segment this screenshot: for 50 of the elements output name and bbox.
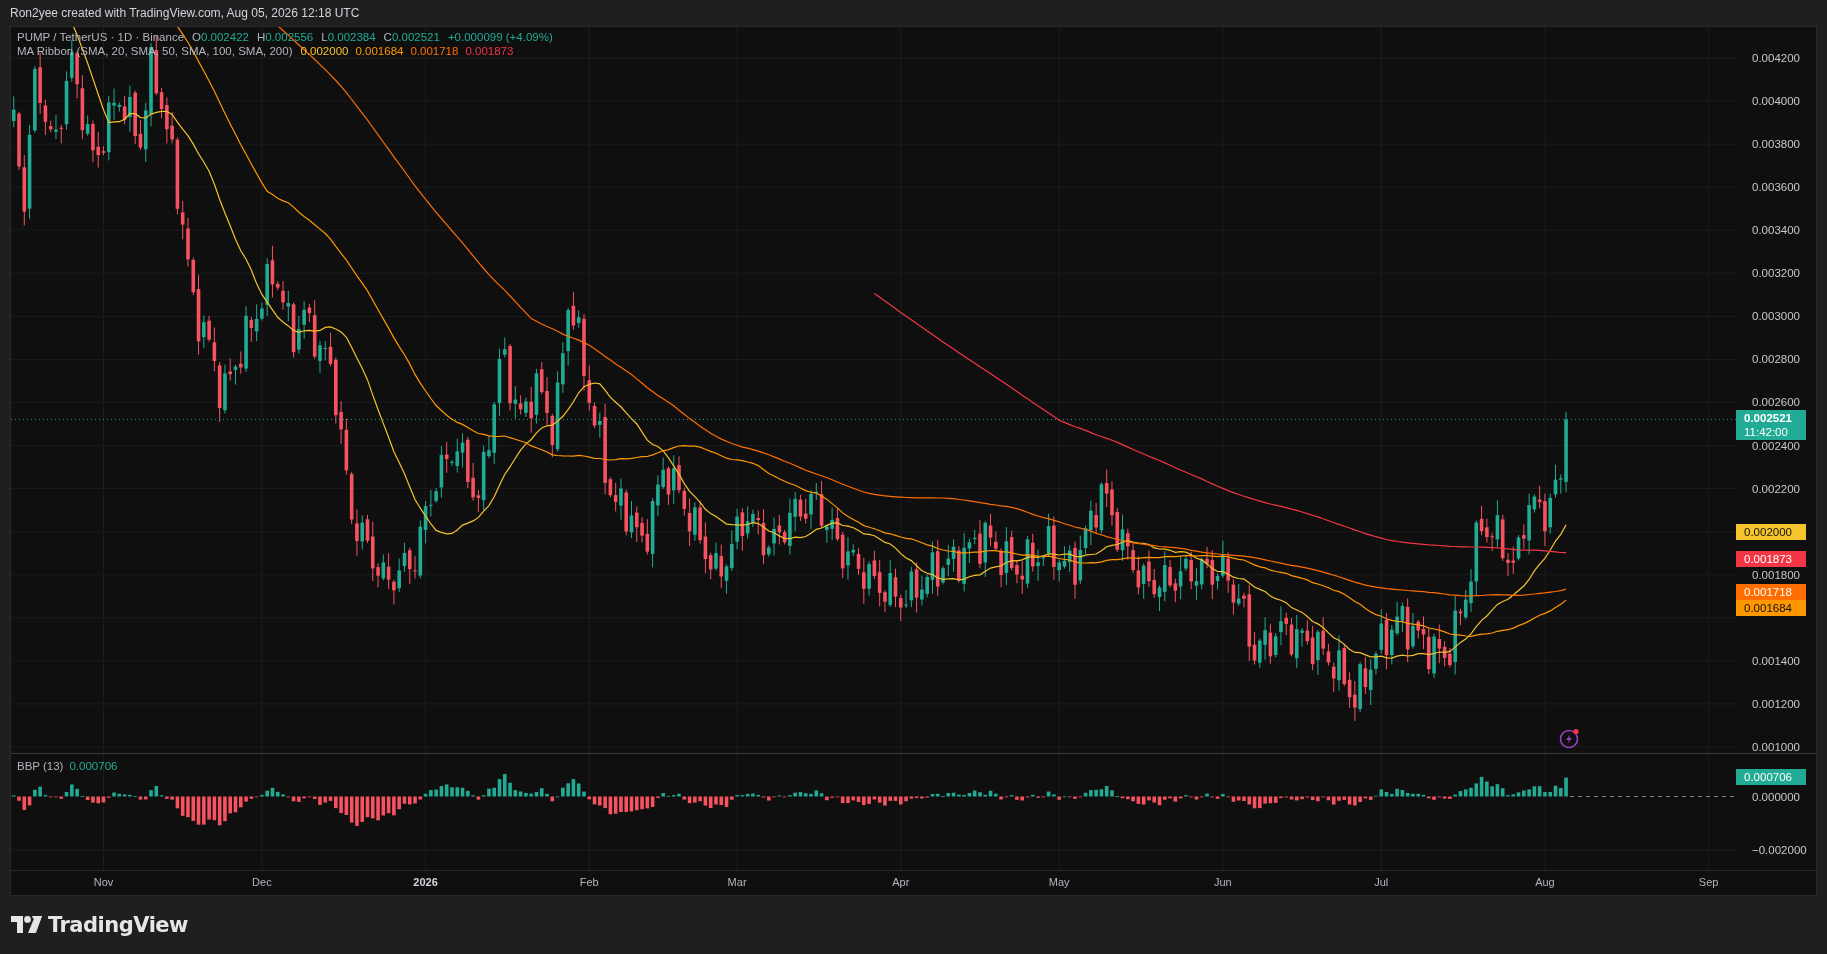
time-axis-label: Dec <box>252 876 272 888</box>
moving-average-price-tag: 0.002000 <box>1736 523 1806 540</box>
price-axis-label: 0.001000 <box>1752 740 1800 753</box>
time-axis-label: 2026 <box>413 876 438 888</box>
moving-average-price-tag: 0.001718 <box>1736 584 1806 601</box>
price-axis-label: 0.003200 <box>1752 267 1800 280</box>
price-axis-label: 0.002800 <box>1752 353 1800 366</box>
price-axis-label: 0.004200 <box>1752 52 1800 64</box>
time-axis-label: Feb <box>579 876 599 888</box>
indicator-value: 0.001718 <box>410 45 459 57</box>
indicator-value: 0.001873 <box>465 45 514 57</box>
ohlc-value: 0.002422 <box>201 31 249 43</box>
indicator-value-tag: 0.000706 <box>1736 768 1806 785</box>
logo-text: TradingView <box>48 912 188 937</box>
price-axis-label: 0.003400 <box>1752 224 1800 237</box>
price-axis-label: 0.002400 <box>1752 439 1800 452</box>
price-axis-label: 0.001200 <box>1752 697 1800 710</box>
price-axis-label: 0.002200 <box>1752 482 1800 495</box>
indicator-value: 0.000706 <box>69 760 118 772</box>
price-axis-label: 0.002600 <box>1752 396 1800 409</box>
time-axis-label: Sep <box>1698 876 1719 888</box>
time-axis-label: Jul <box>1374 876 1389 888</box>
ohlc-label: O <box>192 31 201 43</box>
time-axis-label: Nov <box>93 876 114 888</box>
price-axis-label: 0.003000 <box>1752 310 1800 323</box>
price-axis-label: 0.001400 <box>1752 654 1800 667</box>
moving-average-price-tag: 0.001684 <box>1736 600 1806 617</box>
attribution-text: Ron2yee created with TradingView.com, Aug 05, 2026 12:18 UTC <box>10 6 360 20</box>
time-axis-label: Apr <box>892 876 910 888</box>
price-axis-label: 0.003800 <box>1752 138 1800 151</box>
indicator-value: 0.001684 <box>355 45 404 57</box>
countdown-timer: 11:42:00 <box>1744 425 1789 440</box>
last-price-value: 0.002521 <box>1744 411 1793 426</box>
price-axis-label: 0.003600 <box>1752 181 1800 194</box>
time-axis-label: Aug <box>1535 876 1555 888</box>
indicator-axis-label: −0.002000 <box>1752 844 1807 856</box>
ohlc-value: 0.002521 <box>391 31 440 43</box>
time-axis-label: Mar <box>727 876 747 888</box>
time-axis-label: Jun <box>1214 876 1232 888</box>
moving-average-price-tag: 0.001873 <box>1736 551 1806 567</box>
price-change: +0.000099 (+4.09%) <box>447 31 553 43</box>
ohlc-label: C <box>383 31 392 43</box>
time-axis-label: May <box>1048 876 1070 888</box>
price-axis-label: 0.001800 <box>1752 568 1800 581</box>
ohlc-label: L <box>321 31 328 43</box>
price-axis-label: 0.004000 <box>1752 95 1800 108</box>
indicator-title: BBP (13) <box>17 760 64 772</box>
ohlc-value: 0.002384 <box>327 31 376 43</box>
indicator-axis-label: 0.000000 <box>1752 790 1800 803</box>
ohlc-label: H <box>256 31 266 43</box>
